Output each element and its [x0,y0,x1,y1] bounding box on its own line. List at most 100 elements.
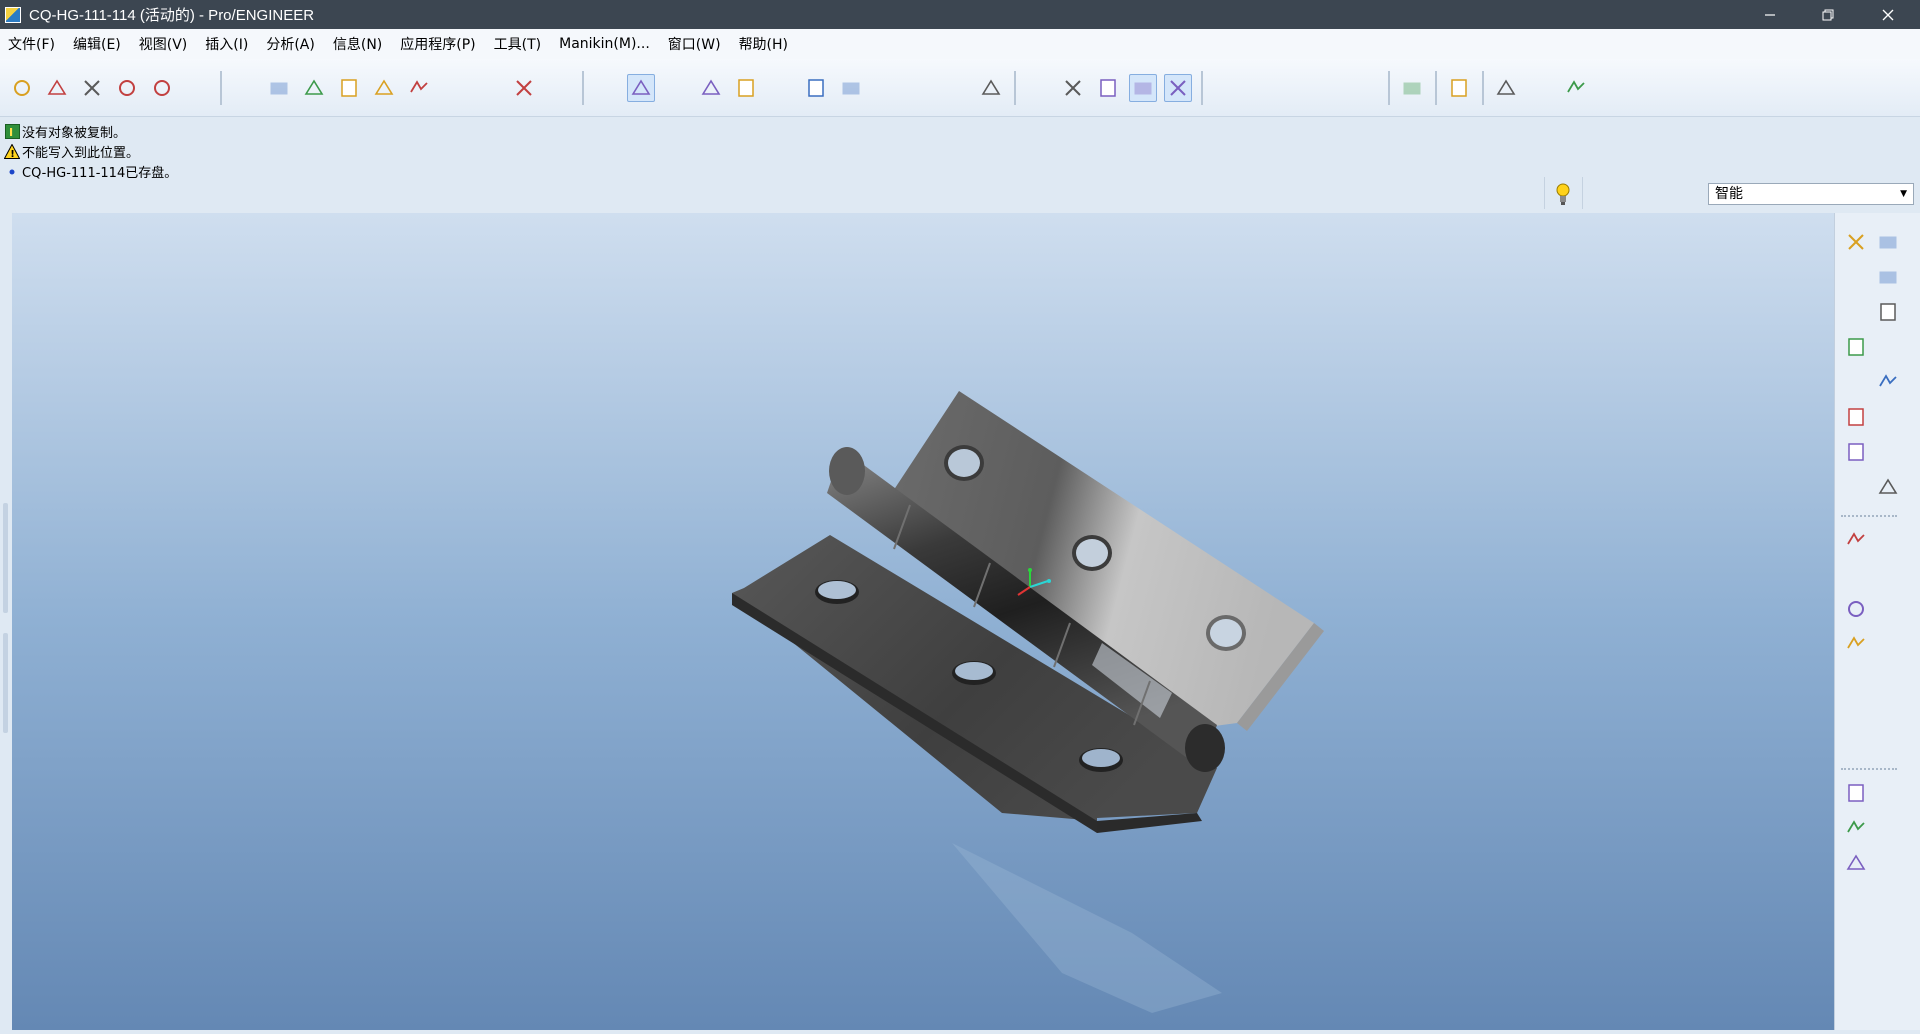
find-icon [516,79,532,96]
shading-button[interactable] [1129,73,1157,102]
shell-button[interactable] [1843,815,1869,841]
menu-window[interactable]: 窗口(W) [668,34,721,54]
hinge-model[interactable] [12,213,1834,1030]
blend-button[interactable] [1843,631,1869,657]
sketch-plane-button[interactable] [1843,229,1869,255]
model-player-icon [1496,78,1516,95]
pan-hand-button[interactable] [732,74,760,102]
appearance-sphere-button[interactable] [697,74,725,102]
extend-button[interactable]: undefined [1843,369,1869,395]
proe-app-icon[interactable] [5,6,21,23]
analysis-feature-button[interactable] [1875,474,1901,500]
datum-curve-button[interactable]: undefined [1875,334,1901,360]
regenerate-button[interactable]: undefined [440,74,468,102]
cut-button[interactable] [300,74,328,102]
paste-special-button[interactable] [405,74,433,102]
graphics-window[interactable] [12,213,1834,1030]
rib-button[interactable]: undefined [1843,666,1869,692]
datum-point-sketch-button[interactable]: undefined [1875,404,1901,430]
thicken-button[interactable] [1843,439,1869,465]
datum-curve-sketch-button[interactable] [1875,229,1901,255]
annotation-display-button[interactable]: undefined [1351,74,1379,102]
find-button[interactable] [510,74,538,102]
view-manager-button[interactable] [977,74,1005,102]
model-player-button[interactable] [1492,74,1520,102]
spin-center-button[interactable] [627,73,655,102]
mirror-button[interactable]: undefined [1843,264,1869,290]
no-hidden-button[interactable] [1094,74,1122,102]
datum-axis-button[interactable] [1875,299,1901,325]
menu-analysis[interactable]: 分析(A) [266,34,315,54]
save-button[interactable] [78,74,106,102]
navigator-collapse-handle[interactable] [3,633,8,733]
context-help-button[interactable] [1445,74,1473,102]
menu-info[interactable]: 信息(N) [333,34,382,54]
redraw-button[interactable]: undefined [592,74,620,102]
copy-button[interactable] [335,74,363,102]
undo-button[interactable]: undefined [230,74,258,102]
layers-button[interactable]: undefined [942,74,970,102]
print-button[interactable] [113,74,141,102]
close-button[interactable] [1865,0,1911,29]
redo-button[interactable] [265,74,293,102]
send-link-button[interactable]: undefined [183,74,211,102]
paste-button[interactable] [370,74,398,102]
selection-filter-dropdown[interactable]: 智能 ▼ [1708,183,1914,205]
extrude-button[interactable] [1843,527,1869,553]
hole-button[interactable] [1843,850,1869,876]
new-file-button[interactable] [8,74,36,102]
sketch-setup-button[interactable] [1398,74,1426,102]
round-button[interactable]: undefined [1843,732,1869,758]
zoom-in-button[interactable]: undefined [767,74,795,102]
send-email-button[interactable] [148,74,176,102]
menu-edit[interactable]: 编辑(E) [73,34,121,54]
refit-button[interactable] [837,74,865,102]
coordinate-system-display-button[interactable]: undefined [1316,74,1344,102]
datum-point-button[interactable] [1875,369,1901,395]
merge-button[interactable]: undefined [1843,299,1869,325]
shading-icon [1134,82,1152,94]
datum-axis-display-button[interactable]: undefined [1246,74,1274,102]
navigator-collapse-handle[interactable] [3,503,8,613]
wireframe-button[interactable]: undefined [1024,74,1052,102]
menu-help[interactable]: 帮助(H) [739,34,788,54]
trim-button[interactable] [1843,334,1869,360]
datum-point-display-button[interactable]: undefined [1281,74,1309,102]
reorient-button[interactable]: undefined [872,74,900,102]
assembly-button[interactable] [1562,74,1590,102]
main-toolbar: undefined undefined undefined undefined unde… [0,59,1920,117]
enhanced-realism-button[interactable] [1164,73,1192,102]
coordinate-system-display-icon: undefined [1319,77,1341,99]
paste-icon [374,78,394,95]
hidden-line-button[interactable] [1059,74,1087,102]
orient-mode-button[interactable]: undefined [662,74,690,102]
draft-icon: undefined [1845,701,1867,723]
coordinate-system-button[interactable]: undefined [1875,439,1901,465]
minimize-button[interactable] [1747,0,1793,29]
hidden-line-icon [1065,79,1081,96]
menu-applications[interactable]: 应用程序(P) [400,34,475,54]
datum-plane-button[interactable] [1875,264,1901,290]
regenerate-manager-button[interactable]: undefined [475,74,503,102]
open-folder-button[interactable] [43,74,71,102]
saved-views-button[interactable]: undefined [907,74,935,102]
status-light-icon[interactable] [1554,181,1572,207]
sweep-button[interactable] [1843,596,1869,622]
solidify-button[interactable]: undefined [1843,474,1869,500]
zoom-out-button[interactable] [802,74,830,102]
select-box-button[interactable]: undefined [545,74,573,102]
menu-view[interactable]: 视图(V) [139,34,188,54]
simplified-rep-button[interactable]: undefined [1527,74,1555,102]
datum-plane-display-button[interactable]: undefined [1211,74,1239,102]
offset-button[interactable] [1843,404,1869,430]
menu-file[interactable]: 文件(F) [8,34,55,54]
draft-button[interactable]: undefined [1843,699,1869,725]
restore-button[interactable] [1805,0,1851,29]
svg-text:!: ! [10,149,15,159]
chamfer-button[interactable] [1843,780,1869,806]
menu-tools[interactable]: 工具(T) [494,34,541,54]
message-line: CQ-HG-111-114已存盘。 [4,162,177,181]
menu-manikin[interactable]: Manikin(M)... [559,36,650,52]
revolve-button[interactable]: undefined [1843,562,1869,588]
menu-insert[interactable]: 插入(I) [205,34,248,54]
